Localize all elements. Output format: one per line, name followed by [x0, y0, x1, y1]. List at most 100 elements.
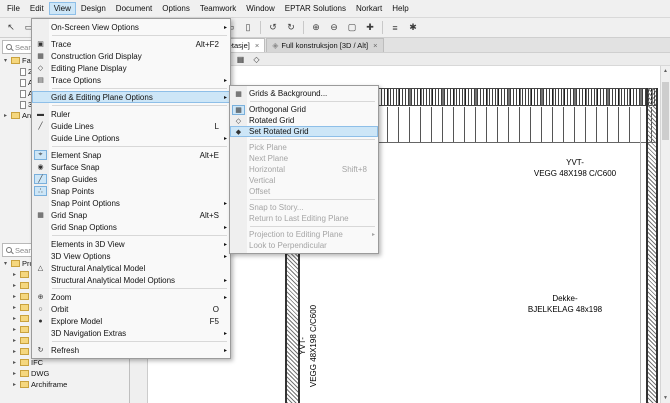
grid-submenu-item[interactable]: Return to Last Editing Plane ▸ — [230, 213, 378, 224]
view-map-tree-item[interactable]: ▸ DWG — [0, 368, 129, 379]
menubar-item[interactable]: Design — [76, 2, 111, 15]
view-menu-item[interactable]: On-Screen View Options ▸ — [32, 21, 230, 33]
menubar-item[interactable]: Document — [111, 2, 157, 15]
grid-submenu-item[interactable]: ▦ Orthogonal Grid ▸ — [230, 104, 378, 115]
view-menu-item[interactable]: ⊕ Zoom ▸ — [32, 291, 230, 303]
view-map-tree-item[interactable]: ▸ Archiframe — [0, 379, 129, 390]
label-top-wall-line2: VEGG 48X198 C/C600 — [495, 169, 655, 180]
view-menu-item[interactable]: Guide Line Options ▸ — [32, 132, 230, 144]
grid-submenu-item[interactable]: ◇ Rotated Grid ▸ — [230, 115, 378, 126]
grid-display-icon[interactable]: ▦ — [234, 54, 247, 65]
expand-arrow-icon[interactable]: ▸ — [2, 112, 9, 119]
view-menu-item[interactable]: Grid Snap Options ▸ — [32, 221, 230, 233]
grid-submenu-item[interactable]: Offset ▸ — [230, 186, 378, 197]
menu-item-grid-editing-plane-options[interactable]: Grid & Editing Plane Options ▸ — [32, 91, 230, 103]
expand-arrow-icon[interactable]: ▸ — [11, 271, 18, 278]
submenu-arrow-icon: ▸ — [219, 24, 227, 31]
expand-arrow-icon[interactable]: ▸ — [11, 337, 18, 344]
toolbar-icon[interactable] — [382, 21, 383, 34]
scroll-down-icon[interactable]: ▼ — [663, 395, 668, 401]
fit-in-window-icon[interactable]: ▢ — [344, 20, 360, 35]
view-menu-item[interactable]: ↻ Refresh ▸ — [32, 344, 230, 356]
grid-submenu-item[interactable]: Projection to Editing Plane ▸ — [230, 229, 378, 240]
menubar-item[interactable]: File — [2, 2, 25, 15]
view-menu-item[interactable]: ● Explore Model F5 ▸ — [32, 315, 230, 327]
redo-icon[interactable]: ↻ — [283, 20, 299, 35]
expand-arrow-icon[interactable]: ▸ — [11, 282, 18, 289]
expand-arrow-icon[interactable]: ▸ — [11, 326, 18, 333]
menubar-item[interactable]: Options — [157, 2, 195, 15]
tab-close-icon[interactable]: × — [373, 41, 377, 50]
tree-item-label: DWG — [31, 369, 49, 378]
pan-icon[interactable]: ✚ — [362, 20, 378, 35]
view-menu-item[interactable]: ▦ Construction Grid Display ▸ — [32, 50, 230, 62]
expand-arrow-icon[interactable]: ▾ — [2, 260, 9, 267]
view-menu-item[interactable]: ▬ Ruler ▸ — [32, 108, 230, 120]
view-menu-item[interactable]: ⌖ Element Snap Alt+E ▸ — [32, 149, 230, 161]
grid-submenu-item[interactable]: Pick Plane ▸ — [230, 142, 378, 153]
grid-submenu-item[interactable]: Look to Perpendicular ▸ — [230, 240, 378, 251]
view-menu-item[interactable]: Snap Point Options ▸ — [32, 197, 230, 209]
grid-submenu-item[interactable]: Snap to Story... ▸ — [230, 202, 378, 213]
view-menu-item[interactable]: ◇ Editing Plane Display ▸ — [32, 62, 230, 74]
view-menu-item[interactable]: ▤ Trace Options ▸ — [32, 74, 230, 86]
grid-submenu-item[interactable]: ▦ Grids & Background... ▸ — [230, 88, 378, 99]
menu-item-label: 3D View Options — [51, 252, 209, 261]
menubar-item[interactable]: Teamwork — [195, 2, 241, 15]
toolbar-icon[interactable] — [303, 21, 304, 34]
menubar-item[interactable]: Edit — [25, 2, 49, 15]
grid-submenu-item[interactable]: Vertical ▸ — [230, 175, 378, 186]
view-menu-item[interactable]: ▣ Trace Alt+F2 ▸ — [32, 38, 230, 50]
view-menu-item[interactable]: △ Structural Analytical Model ▸ — [32, 262, 230, 274]
zoom-in-icon[interactable]: ⊕ — [308, 20, 324, 35]
expand-arrow-icon[interactable]: ▸ — [11, 359, 18, 366]
tab-close-icon[interactable]: × — [255, 41, 259, 50]
view-menu-item[interactable]: ╱ Snap Guides ▸ — [32, 173, 230, 185]
view-menu-item[interactable]: ∴ Snap Points ▸ — [32, 185, 230, 197]
undo-icon[interactable]: ↺ — [265, 20, 281, 35]
menu-item-label: On-Screen View Options — [51, 23, 209, 32]
view-menu-item[interactable]: 3D View Options ▸ — [32, 250, 230, 262]
vertical-scrollbar[interactable]: ▲ ▼ — [660, 66, 670, 403]
tree-item-icon — [20, 282, 29, 289]
expand-arrow-icon[interactable]: ▸ — [11, 370, 18, 377]
view-menu-item[interactable]: ▦ Grid Snap Alt+S ▸ — [32, 209, 230, 221]
expand-arrow-icon[interactable]: ▾ — [2, 57, 9, 64]
menubar-item[interactable]: Norkart — [351, 2, 387, 15]
menu-item-label: Snap to Story... — [249, 203, 357, 212]
view-menu-item[interactable]: ╱ Guide Lines L ▸ — [32, 120, 230, 132]
expand-arrow-icon[interactable]: ▸ — [11, 315, 18, 322]
menubar-item[interactable]: Window — [241, 2, 279, 15]
column-tool-icon[interactable]: ▯ — [240, 20, 256, 35]
scroll-up-icon[interactable]: ▲ — [663, 68, 668, 74]
menubar-item[interactable]: EPTAR Solutions — [280, 2, 351, 15]
view-menu-item[interactable]: Structural Analytical Model Options ▸ — [32, 274, 230, 286]
expand-arrow-icon[interactable]: ▸ — [11, 304, 18, 311]
toolbar-icon[interactable] — [260, 21, 261, 34]
tree-item-icon — [20, 370, 29, 377]
view-menu-item[interactable]: Elements in 3D View ▸ — [32, 238, 230, 250]
grid-submenu-item[interactable]: Horizontal Shift+8 ▸ — [230, 164, 378, 175]
settings-icon[interactable]: ✱ — [405, 20, 421, 35]
menubar-item[interactable]: Help — [387, 2, 413, 15]
grid-submenu-item[interactable]: Next Plane ▸ — [230, 153, 378, 164]
expand-arrow-icon[interactable]: ▸ — [11, 381, 18, 388]
zoom-out-icon[interactable]: ⊖ — [326, 20, 342, 35]
arrow-tool-icon[interactable]: ↖ — [3, 20, 19, 35]
tab-full-konstruksjon[interactable]: ◈ Full konstruksjon [3D / Alt] × — [266, 38, 383, 52]
submenu-item-set-rotated-grid[interactable]: ◆ Set Rotated Grid ▸ — [230, 126, 378, 137]
label-top-wall-line1: YVT- — [495, 158, 655, 169]
expand-arrow-icon[interactable]: ▸ — [11, 293, 18, 300]
expand-arrow-icon[interactable]: ▸ — [11, 348, 18, 355]
view-menu-item[interactable]: 3D Navigation Extras ▸ — [32, 327, 230, 339]
view-menu-item[interactable]: ○ Orbit O ▸ — [32, 303, 230, 315]
layers-icon[interactable]: ≡ — [387, 20, 403, 35]
scrollbar-thumb[interactable] — [662, 82, 669, 140]
menu-item-icon: ○ — [34, 304, 47, 314]
menu-item-label: Zoom — [51, 293, 209, 302]
menubar-item[interactable]: View — [49, 2, 76, 15]
view-menu-item[interactable]: ◉ Surface Snap ▸ — [32, 161, 230, 173]
tab-label: Full konstruksjon [3D / Alt] — [281, 41, 368, 50]
menu-item-label: Ruler — [51, 110, 209, 119]
editing-plane-icon[interactable]: ◇ — [250, 54, 263, 65]
